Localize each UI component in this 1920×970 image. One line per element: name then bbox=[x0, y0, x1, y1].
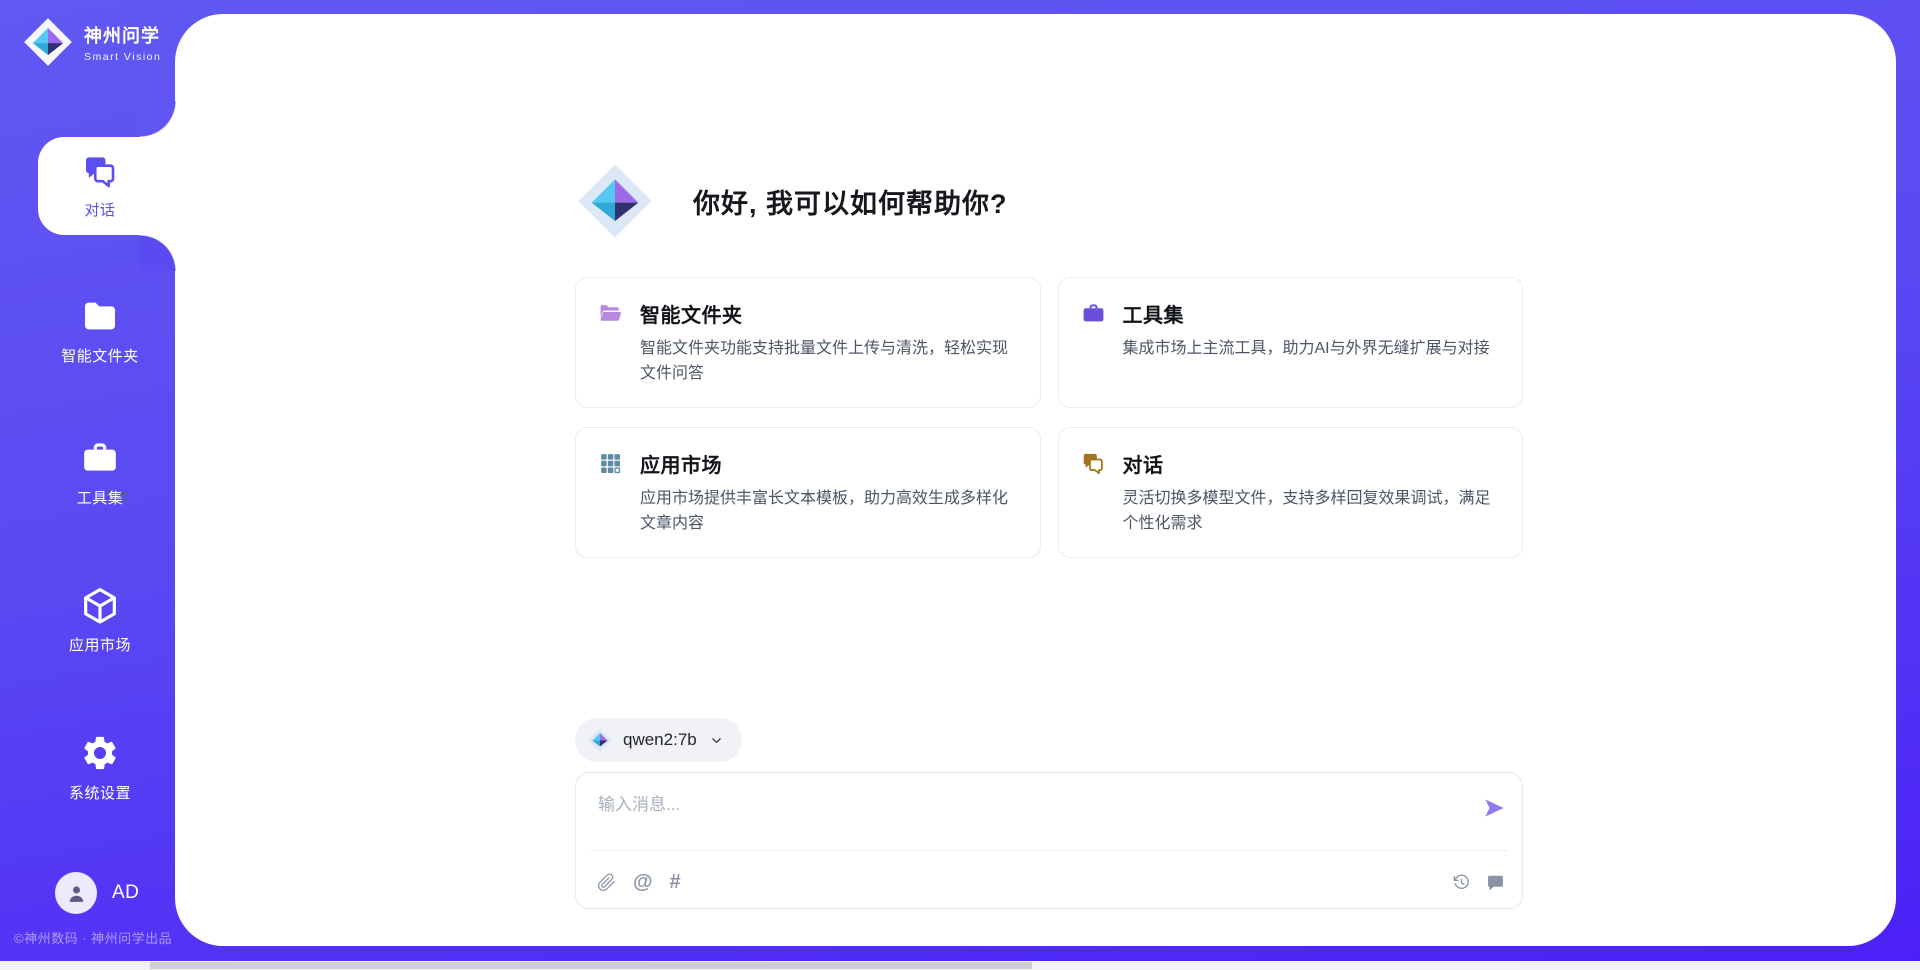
apps-icon bbox=[598, 451, 623, 476]
card-title: 应用市场 bbox=[640, 449, 722, 478]
history-icon bbox=[1452, 873, 1471, 892]
greeting-block: 你好, 我可以如何帮助你? bbox=[575, 161, 1008, 241]
sidebar-item-chat[interactable]: 对话 bbox=[25, 138, 175, 234]
card-description: 智能文件夹功能支持批量文件上传与清洗，轻松实现文件问答 bbox=[640, 337, 1016, 387]
composer-toolbar: @ # bbox=[597, 863, 1505, 901]
send-icon bbox=[1482, 796, 1506, 820]
topic-button[interactable]: # bbox=[670, 872, 681, 892]
card-title: 对话 bbox=[1123, 449, 1164, 478]
message-icon bbox=[1486, 873, 1505, 892]
briefcase-icon bbox=[80, 438, 120, 478]
model-selector[interactable]: qwen2:7b bbox=[575, 718, 742, 762]
model-diamond-logo-icon bbox=[587, 727, 613, 753]
chat-icon bbox=[82, 153, 119, 190]
message-composer: @ # bbox=[575, 772, 1523, 909]
card-chat[interactable]: 对话 灵活切换多模型文件，支持多样回复效果调试，满足个性化需求 bbox=[1058, 427, 1524, 558]
chat-icon bbox=[1081, 451, 1106, 476]
brand-subtitle: Smart Vision bbox=[84, 51, 161, 63]
horizontal-scrollbar[interactable] bbox=[0, 961, 1920, 970]
brand-diamond-logo-icon bbox=[22, 16, 74, 68]
history-button[interactable] bbox=[1452, 873, 1471, 892]
assistant-diamond-logo-icon bbox=[575, 161, 655, 241]
model-selector-value: qwen2:7b bbox=[623, 730, 697, 750]
user-initials: AD bbox=[112, 882, 139, 904]
card-title: 工具集 bbox=[1123, 299, 1185, 328]
card-toolset[interactable]: 工具集 集成市场上主流工具，助力AI与外界无缝扩展与对接 bbox=[1058, 277, 1524, 408]
card-description: 集成市场上主流工具，助力AI与外界无缝扩展与对接 bbox=[1123, 337, 1499, 362]
attach-file-button[interactable] bbox=[597, 873, 616, 892]
card-description: 应用市场提供丰富长文本模板，助力高效生成多样化文章内容 bbox=[640, 487, 1016, 537]
user-account[interactable]: AD bbox=[55, 872, 139, 914]
person-icon bbox=[64, 881, 89, 906]
feature-cards: 智能文件夹 智能文件夹功能支持批量文件上传与清洗，轻松实现文件问答 工具集 集成… bbox=[575, 277, 1523, 558]
sidebar-item-label: 对话 bbox=[84, 199, 115, 220]
send-button[interactable] bbox=[1482, 796, 1506, 820]
sidebar-item-app-market[interactable]: 应用市场 bbox=[25, 572, 175, 667]
folder-icon bbox=[80, 296, 120, 336]
greeting-title: 你好, 我可以如何帮助你? bbox=[693, 182, 1008, 221]
chevron-down-icon bbox=[709, 733, 724, 748]
gear-icon bbox=[80, 733, 120, 773]
mention-button[interactable]: @ bbox=[633, 872, 653, 892]
copyright-footer: ©神州数码 · 神州问学出品 bbox=[14, 928, 172, 947]
cube-icon bbox=[80, 585, 120, 625]
main-panel: 你好, 我可以如何帮助你? 智能文件夹 智能文件夹功能支持批量文件上传与清洗，轻… bbox=[175, 14, 1896, 946]
paperclip-icon bbox=[597, 873, 616, 892]
avatar bbox=[55, 872, 97, 914]
composer-divider bbox=[590, 850, 1508, 851]
card-app-market[interactable]: 应用市场 应用市场提供丰富长文本模板，助力高效生成多样化文章内容 bbox=[575, 427, 1041, 558]
briefcase-icon bbox=[1081, 301, 1106, 326]
at-icon: @ bbox=[633, 872, 653, 892]
scrollbar-thumb[interactable] bbox=[150, 962, 1032, 969]
card-title: 智能文件夹 bbox=[640, 299, 743, 328]
sidebar-item-label: 工具集 bbox=[77, 487, 124, 508]
new-chat-button[interactable] bbox=[1486, 873, 1505, 892]
hash-icon: # bbox=[670, 872, 681, 892]
sidebar-item-toolset[interactable]: 工具集 bbox=[25, 425, 175, 520]
card-smart-folder[interactable]: 智能文件夹 智能文件夹功能支持批量文件上传与清洗，轻松实现文件问答 bbox=[575, 277, 1041, 408]
folder-open-icon bbox=[598, 301, 623, 326]
sidebar-item-smart-folder[interactable]: 智能文件夹 bbox=[25, 283, 175, 378]
message-input[interactable] bbox=[598, 788, 1458, 822]
sidebar-item-label: 系统设置 bbox=[69, 782, 131, 803]
sidebar-item-settings[interactable]: 系统设置 bbox=[25, 720, 175, 815]
card-description: 灵活切换多模型文件，支持多样回复效果调试，满足个性化需求 bbox=[1123, 487, 1499, 537]
sidebar-item-label: 智能文件夹 bbox=[61, 345, 139, 366]
brand[interactable]: 神州问学 Smart Vision bbox=[22, 16, 161, 68]
sidebar-item-label: 应用市场 bbox=[69, 634, 131, 655]
brand-name: 神州问学 bbox=[84, 22, 161, 48]
